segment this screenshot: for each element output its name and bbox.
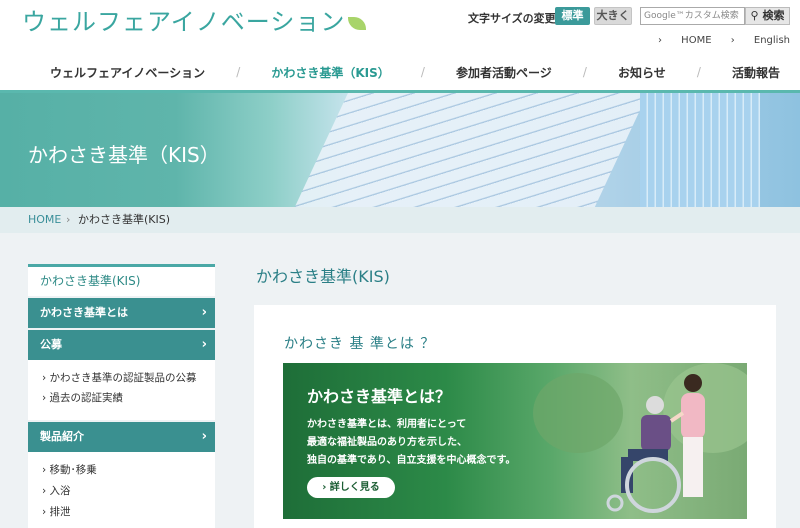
sidebar-subitem-past-results[interactable]: › 過去の認証実績: [42, 390, 123, 405]
search-button[interactable]: ⚲ 検索: [745, 7, 790, 25]
nav-separator: /: [420, 65, 425, 79]
page-title: かわさき基準(KIS): [256, 267, 390, 286]
site-header: ウェルフェアイノベーション 文字サイズの変更 標準 大きく Google™カスタ…: [0, 0, 800, 92]
breadcrumb-current: かわさき基準(KIS): [78, 213, 171, 226]
breadcrumb-home[interactable]: HOME: [28, 207, 61, 233]
sidebar-sublist-products: › 移動･移乗 › 入浴 › 排泄: [28, 452, 215, 528]
section-title: かわさき 基 準とは ？: [284, 336, 436, 352]
sidebar-item-label: かわさき基準とは: [40, 306, 128, 319]
search-input[interactable]: Google™カスタム検索: [640, 7, 745, 25]
nav-item-reports[interactable]: 活動報告: [732, 64, 780, 81]
nav-item-news[interactable]: お知らせ: [618, 64, 666, 81]
search-button-label: 検索: [762, 9, 785, 22]
home-link[interactable]: › HOME: [658, 35, 712, 46]
home-link-label: HOME: [681, 35, 712, 46]
kis-banner[interactable]: かわさき基準とは？ かわさき基準とは、利用者にとって 最適な福祉製品のあり方を示…: [283, 363, 747, 519]
building-image: [282, 93, 658, 207]
site-logo[interactable]: ウェルフェアイノベーション: [22, 2, 367, 37]
font-size-label: 文字サイズの変更: [468, 12, 556, 25]
sidebar-subitem-certification-offering[interactable]: › かわさき基準の認証製品の公募: [42, 370, 197, 385]
english-link-label: English: [753, 35, 790, 46]
banner-text-line: 最適な福祉製品のあり方を示した、: [307, 437, 467, 448]
sidebar-sublist-offering: › かわさき基準の認証製品の公募 › 過去の認証実績: [28, 360, 215, 420]
sidebar-subitem-bathing[interactable]: › 入浴: [42, 483, 71, 498]
logo-text: ウェルフェアイノベーション: [22, 8, 346, 36]
banner-heading: かわさき基準とは？: [307, 387, 452, 406]
nav-item-participants[interactable]: 参加者活動ページ: [456, 64, 552, 81]
global-nav: ウェルフェアイノベーション / かわさき基準（KIS） / 参加者活動ページ /…: [50, 63, 780, 81]
sidebar-item-about[interactable]: かわさき基準とは ›: [28, 298, 215, 328]
nav-separator: /: [582, 65, 587, 79]
banner-text-line: かわさき基準とは、利用者にとって: [307, 419, 467, 430]
tower-image: [640, 93, 760, 207]
sidebar-item-public-offering[interactable]: 公募 ›: [28, 330, 215, 360]
utility-links: › HOME › English: [642, 35, 790, 46]
sidebar-subitem-mobility[interactable]: › 移動･移乗: [42, 462, 97, 477]
nav-separator: /: [236, 65, 241, 79]
font-size-large-button[interactable]: 大きく: [594, 7, 632, 25]
leaf-icon: [348, 16, 367, 30]
sidebar-title[interactable]: かわさき基準(KIS): [28, 264, 215, 296]
sidebar-item-label: 公募: [40, 338, 62, 351]
nav-separator: /: [696, 65, 701, 79]
content-card: かわさき 基 準とは ？ かわさき基準とは？ かわさき基準とは、利用者にとって …: [254, 305, 776, 528]
search-icon: ⚲: [750, 9, 759, 22]
chevron-right-icon: ›: [201, 305, 207, 320]
sidebar-subitem-excretion[interactable]: › 排泄: [42, 504, 71, 519]
breadcrumb-separator: ›: [66, 213, 71, 226]
breadcrumb: HOME › かわさき基準(KIS): [0, 207, 800, 233]
chevron-right-icon: ›: [201, 429, 207, 444]
banner-text-line: 独自の基準であり、自立支援を中心概念です。: [307, 455, 516, 466]
sidebar-item-products[interactable]: 製品紹介 ›: [28, 422, 215, 452]
nav-item-kis[interactable]: かわさき基準（KIS）: [271, 64, 389, 81]
font-size-standard-button[interactable]: 標準: [555, 7, 590, 25]
hero-banner: かわさき基準（KIS）: [0, 93, 800, 207]
wheelchair-illustration: [606, 374, 705, 513]
chevron-right-icon: ›: [201, 337, 207, 352]
nav-item-welfare-innovation[interactable]: ウェルフェアイノベーション: [50, 64, 205, 81]
english-link[interactable]: › English: [731, 35, 790, 46]
hero-title: かわさき基準（KIS）: [28, 143, 220, 167]
sidebar-item-label: 製品紹介: [40, 430, 84, 443]
read-more-button[interactable]: › 詳しく見る: [307, 477, 395, 498]
sidebar: かわさき基準(KIS) かわさき基準とは › 公募 › › かわさき基準の認証製品の…: [28, 264, 215, 528]
